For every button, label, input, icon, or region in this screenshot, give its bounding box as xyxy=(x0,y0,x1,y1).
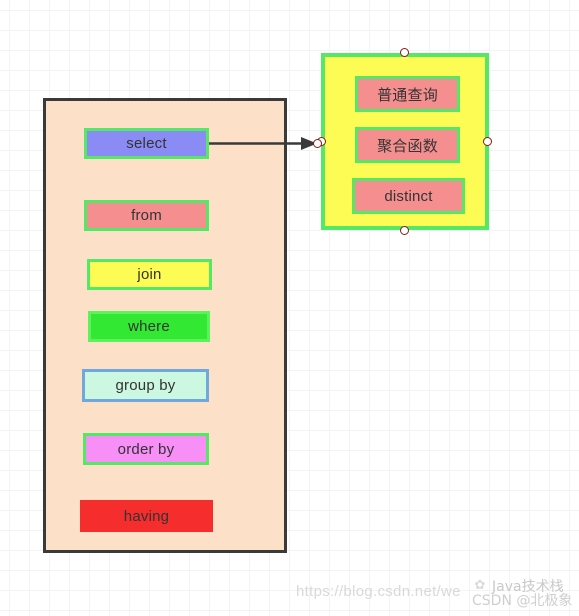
node-having[interactable]: having xyxy=(80,500,213,532)
watermark-brand-line2: CSDN @北极象 xyxy=(472,593,573,609)
resize-handle-top[interactable] xyxy=(400,48,409,57)
node-aggregate-function-label: 聚合函数 xyxy=(377,136,438,155)
watermark-url: https://blog.csdn.net/we xyxy=(296,583,461,600)
node-from[interactable]: from xyxy=(84,200,209,231)
connector-endpoint-handle[interactable] xyxy=(313,139,322,148)
node-join-label: join xyxy=(137,266,162,283)
watermark-brand: ✿ Java技术栈 CSDN @北极象 xyxy=(470,576,575,612)
node-select-label: select xyxy=(126,135,167,152)
node-normal-query[interactable]: 普通查询 xyxy=(355,76,460,112)
node-group-by[interactable]: group by xyxy=(82,369,209,402)
node-order-by-label: order by xyxy=(117,440,175,458)
node-group-by-label: group by xyxy=(115,377,176,394)
node-order-by[interactable]: order by xyxy=(83,433,209,465)
resize-handle-bottom[interactable] xyxy=(400,226,409,235)
node-normal-query-label: 普通查询 xyxy=(377,85,438,104)
node-aggregate-function[interactable]: 聚合函数 xyxy=(355,127,460,163)
diagram-canvas: select from join where group by order by… xyxy=(0,0,579,616)
node-from-label: from xyxy=(131,207,162,224)
node-distinct-label: distinct xyxy=(384,187,433,205)
node-where[interactable]: where xyxy=(88,311,210,342)
node-select[interactable]: select xyxy=(84,128,209,159)
node-distinct[interactable]: distinct xyxy=(352,178,465,214)
node-join[interactable]: join xyxy=(87,259,212,290)
resize-handle-right[interactable] xyxy=(483,137,492,146)
node-where-label: where xyxy=(128,318,170,335)
node-having-label: having xyxy=(123,507,170,525)
